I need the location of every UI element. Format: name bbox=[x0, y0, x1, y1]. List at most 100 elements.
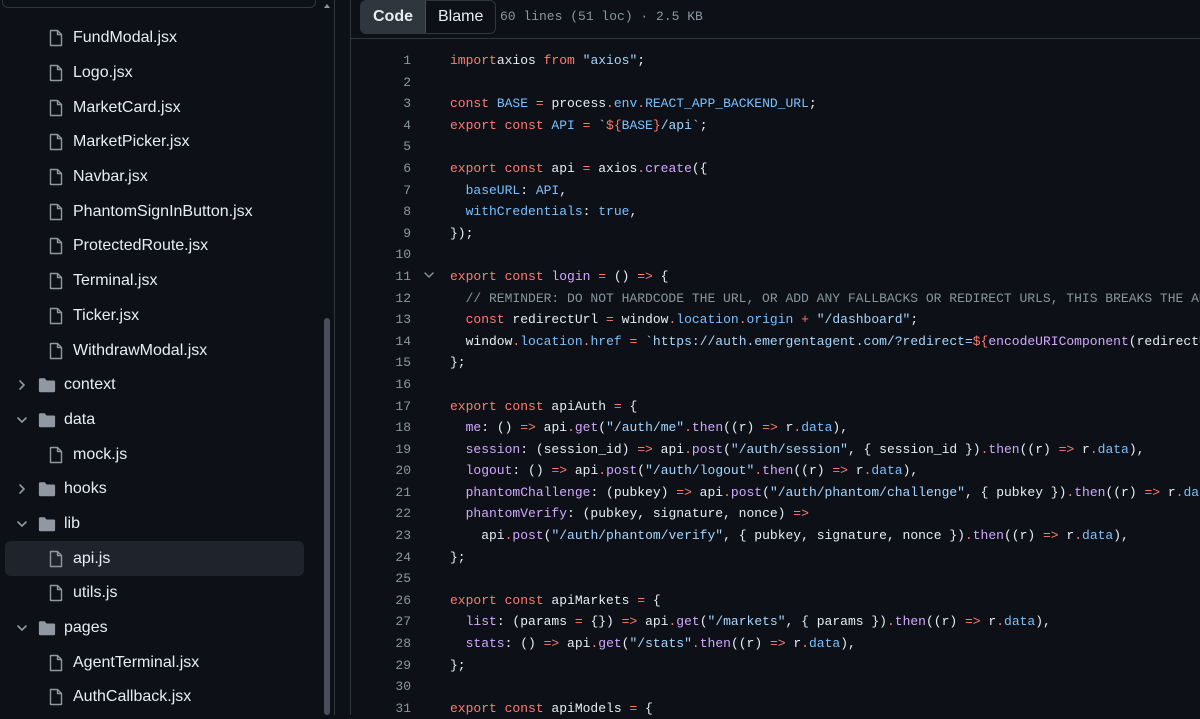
line-number[interactable]: 20 bbox=[351, 463, 411, 478]
line-number[interactable]: 16 bbox=[351, 377, 411, 392]
code-token: api bbox=[691, 484, 724, 500]
code-token: then bbox=[691, 420, 724, 436]
line-number[interactable]: 9 bbox=[351, 226, 411, 241]
code-token: "/auth/logout" bbox=[645, 463, 755, 479]
code-token: . bbox=[684, 441, 692, 457]
tree-file[interactable]: MarketPicker.jsx bbox=[0, 125, 320, 160]
chevron-down-icon[interactable] bbox=[14, 516, 30, 532]
code-token: . bbox=[567, 420, 575, 436]
code-line: 20 logout: () => api.post("/auth/logout"… bbox=[351, 460, 1200, 482]
tree-file[interactable]: Terminal.jsx bbox=[0, 264, 320, 299]
line-number[interactable]: 21 bbox=[351, 485, 411, 500]
tree-file[interactable]: mock.js bbox=[0, 437, 320, 472]
chevron-right-icon[interactable] bbox=[14, 481, 30, 497]
line-number[interactable]: 8 bbox=[351, 204, 411, 219]
line-number[interactable]: 27 bbox=[351, 614, 411, 629]
file-icon bbox=[47, 271, 65, 291]
code-line: 3 const BASE = process.env.REACT_APP_BACK… bbox=[351, 93, 1200, 115]
code-token: export const bbox=[450, 160, 552, 176]
code-token: "/markets" bbox=[707, 614, 786, 630]
tree-file[interactable]: Logo.jsx bbox=[0, 56, 320, 91]
code-line: 2 bbox=[351, 72, 1200, 94]
tree-file[interactable]: Navbar.jsx bbox=[0, 160, 320, 195]
line-number[interactable]: 29 bbox=[351, 658, 411, 673]
code-token: ( bbox=[699, 614, 708, 630]
tree-file[interactable]: PhantomSignInButton.jsx bbox=[0, 194, 320, 229]
code-token: data bbox=[801, 420, 833, 436]
fold-chevron-icon[interactable] bbox=[423, 269, 435, 281]
tree-folder[interactable]: pages bbox=[0, 611, 320, 646]
code-line: 1 importaxios from "axios"; bbox=[351, 50, 1200, 72]
line-number[interactable]: 7 bbox=[351, 183, 411, 198]
code-token: phantomVerify bbox=[450, 506, 568, 522]
tree-item-label: Navbar.jsx bbox=[73, 168, 148, 186]
line-number[interactable]: 3 bbox=[351, 96, 411, 111]
line-number[interactable]: 1 bbox=[351, 53, 411, 68]
line-number[interactable]: 28 bbox=[351, 636, 411, 651]
code-token: ( bbox=[762, 484, 770, 500]
chevron-right-icon[interactable] bbox=[14, 377, 30, 393]
code-token: data bbox=[808, 636, 841, 652]
line-number[interactable]: 31 bbox=[351, 701, 411, 716]
line-number[interactable]: 22 bbox=[351, 506, 411, 521]
tree-file[interactable]: WithdrawModal.jsx bbox=[0, 333, 320, 368]
tree-folder[interactable]: data bbox=[0, 403, 320, 438]
code-line: 19 session: (session_id) => api.post("/a… bbox=[351, 439, 1200, 461]
folder-icon bbox=[38, 479, 56, 499]
line-number[interactable]: 25 bbox=[351, 571, 411, 586]
line-number[interactable]: 11 bbox=[351, 269, 411, 284]
tree-file[interactable]: utils.js bbox=[0, 576, 320, 611]
file-icon bbox=[47, 687, 65, 707]
line-number[interactable]: 6 bbox=[351, 161, 411, 176]
sidebar-scrollbar[interactable] bbox=[321, 0, 333, 715]
code-token: . bbox=[801, 636, 809, 652]
line-number[interactable]: 18 bbox=[351, 420, 411, 435]
code-text: const BASE = process.env.REACT_APP_BACKE… bbox=[450, 96, 817, 111]
code-tab-button[interactable]: Code bbox=[361, 1, 426, 33]
line-number[interactable]: 19 bbox=[351, 442, 411, 457]
line-number[interactable]: 13 bbox=[351, 312, 411, 327]
code-token: `https://auth.emergentagent.com/?redirec… bbox=[645, 333, 973, 349]
tree-file[interactable]: Ticker.jsx bbox=[0, 299, 320, 334]
line-number[interactable]: 30 bbox=[351, 679, 411, 694]
tree-file[interactable]: MarketCard.jsx bbox=[0, 90, 320, 125]
tree-file[interactable]: AuthCallback.jsx bbox=[0, 680, 320, 715]
line-number[interactable]: 10 bbox=[351, 247, 411, 262]
code-token: import bbox=[450, 53, 497, 68]
code-token: . bbox=[1089, 441, 1098, 457]
line-number[interactable]: 14 bbox=[351, 334, 411, 349]
tree-file[interactable]: FundModal.jsx bbox=[0, 21, 320, 56]
chevron-down-icon[interactable] bbox=[14, 412, 30, 428]
code-token: true bbox=[598, 204, 630, 220]
chevron-down-icon[interactable] bbox=[14, 620, 30, 636]
tree-file[interactable]: api.js bbox=[5, 541, 304, 576]
scroll-up-icon[interactable] bbox=[323, 2, 331, 10]
line-number[interactable]: 12 bbox=[351, 291, 411, 306]
blame-tab-button[interactable]: Blame bbox=[426, 1, 496, 33]
line-number[interactable]: 2 bbox=[351, 75, 411, 90]
tree-file[interactable]: ProtectedRoute.jsx bbox=[0, 229, 320, 264]
tree-file[interactable]: AgentTerminal.jsx bbox=[0, 645, 320, 680]
line-number[interactable]: 5 bbox=[351, 139, 411, 154]
line-number[interactable]: 23 bbox=[351, 528, 411, 543]
code-token: api bbox=[551, 160, 575, 176]
code-text: export const login = () => { bbox=[450, 269, 668, 284]
line-number[interactable]: 15 bbox=[351, 355, 411, 370]
line-number[interactable]: 17 bbox=[351, 399, 411, 414]
tree-item-label: lib bbox=[64, 514, 81, 532]
sidebar-scroll-thumb[interactable] bbox=[324, 318, 330, 715]
tree-folder[interactable]: lib bbox=[0, 507, 320, 542]
code-token: get bbox=[574, 420, 599, 436]
tree-folder[interactable]: hooks bbox=[0, 472, 320, 507]
file-filter-input[interactable] bbox=[2, 0, 316, 8]
code-token: }); bbox=[450, 225, 474, 241]
tree-folder[interactable]: context bbox=[0, 368, 320, 403]
line-number[interactable]: 4 bbox=[351, 118, 411, 133]
tree-item-label: hooks bbox=[64, 480, 107, 498]
line-number[interactable]: 26 bbox=[351, 593, 411, 608]
code-token: . bbox=[598, 463, 607, 479]
code-token: . bbox=[684, 420, 692, 436]
code-text: withCredentials: true, bbox=[450, 204, 638, 220]
line-number[interactable]: 24 bbox=[351, 550, 411, 565]
code-token: BASE bbox=[621, 117, 653, 133]
